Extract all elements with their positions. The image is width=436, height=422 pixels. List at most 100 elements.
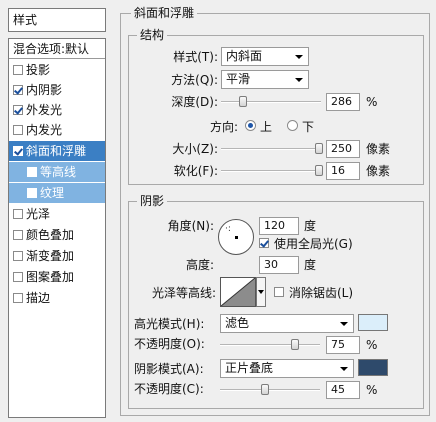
checkbox-inner-shadow[interactable] <box>13 85 23 95</box>
gloss-contour-preview[interactable] <box>220 277 256 307</box>
slider-thumb[interactable] <box>239 96 247 107</box>
style-item-label: 斜面和浮雕 <box>26 144 87 158</box>
size-input[interactable]: 250 <box>326 140 360 158</box>
soften-input[interactable]: 16 <box>326 162 360 180</box>
technique-select-value: 平滑 <box>226 72 251 86</box>
gloss-contour-label: 光泽等高线: <box>151 286 216 300</box>
style-item-satin[interactable]: 光泽 <box>9 204 105 224</box>
depth-slider[interactable] <box>221 96 321 107</box>
shadow-opacity-unit: % <box>366 383 378 397</box>
depth-label: 深度(D): <box>171 95 218 109</box>
style-select-value: 内斜面 <box>226 49 263 63</box>
slider-track <box>221 170 321 172</box>
checkbox-outer-glow[interactable] <box>13 105 23 115</box>
soften-label: 软化(F): <box>173 164 218 178</box>
slider-thumb[interactable] <box>315 165 323 176</box>
direction-up-radio[interactable] <box>245 120 256 131</box>
soften-slider[interactable] <box>221 165 323 176</box>
blend-options-item[interactable]: 混合选项:默认 <box>9 39 105 59</box>
checkbox-drop-shadow[interactable] <box>13 65 23 75</box>
style-item-label: 描边 <box>26 291 51 305</box>
style-item-label: 内阴影 <box>26 83 63 97</box>
shadow-opacity-label: 不透明度(C): <box>134 382 204 396</box>
contour-curve-icon <box>220 277 256 307</box>
shading-title: 阴影 <box>137 193 168 209</box>
checkbox-satin[interactable] <box>13 209 23 219</box>
direction-down-radio[interactable] <box>287 120 298 131</box>
soften-unit: 像素 <box>366 164 391 178</box>
global-light-label: 使用全局光(G) <box>274 237 353 251</box>
style-item-label: 外发光 <box>26 103 63 117</box>
slider-thumb[interactable] <box>291 339 299 350</box>
shadow-opacity-input[interactable]: 45 <box>326 381 360 399</box>
slider-track <box>220 389 320 391</box>
altitude-unit: 度 <box>304 258 317 272</box>
chevron-down-icon <box>295 55 303 59</box>
style-item-inner-shadow[interactable]: 内阴影 <box>9 80 105 100</box>
bevel-emboss-title: 斜面和浮雕 <box>131 5 198 21</box>
style-label: 样式(T): <box>173 50 218 64</box>
highlight-opacity-slider[interactable] <box>220 339 320 350</box>
style-item-stroke[interactable]: 描边 <box>9 288 105 308</box>
angle-input[interactable]: 120 <box>259 217 299 235</box>
style-item-texture[interactable]: 纹理 <box>9 183 105 203</box>
style-item-outer-glow[interactable]: 外发光 <box>9 100 105 120</box>
checkbox-stroke[interactable] <box>13 293 23 303</box>
style-item-contour[interactable]: 等高线 <box>9 162 105 182</box>
angle-dial[interactable]: ·: <box>218 219 254 255</box>
angle-unit: 度 <box>304 219 317 233</box>
checkbox-pattern-overlay[interactable] <box>13 272 23 282</box>
style-item-label: 图案叠加 <box>26 270 75 284</box>
style-item-pattern-overlay[interactable]: 图案叠加 <box>9 267 105 287</box>
style-select[interactable]: 内斜面 <box>221 47 309 66</box>
highlight-color-swatch[interactable] <box>358 314 388 331</box>
checkbox-color-overlay[interactable] <box>13 230 23 240</box>
slider-track <box>221 148 321 150</box>
checkbox-gradient-overlay[interactable] <box>13 251 23 261</box>
highlight-opacity-input[interactable]: 75 <box>326 336 360 354</box>
checkbox-bevel-emboss[interactable] <box>13 146 23 156</box>
style-item-label: 投影 <box>26 63 51 77</box>
technique-label: 方法(Q): <box>171 73 218 87</box>
altitude-label: 高度: <box>185 258 214 272</box>
dial-center-dot <box>235 236 238 239</box>
structure-title: 结构 <box>137 27 168 43</box>
highlight-mode-select[interactable]: 滤色 <box>220 314 354 333</box>
size-slider[interactable] <box>221 143 323 154</box>
styles-header[interactable]: 样式 <box>8 8 106 32</box>
antialias-label: 消除锯齿(L) <box>289 286 354 300</box>
highlight-mode-value: 滤色 <box>225 316 250 330</box>
style-item-label: 颜色叠加 <box>26 228 75 242</box>
depth-unit: % <box>366 95 378 109</box>
style-item-gradient-overlay[interactable]: 渐变叠加 <box>9 246 105 266</box>
style-item-color-overlay[interactable]: 颜色叠加 <box>9 225 105 245</box>
checkbox-inner-glow[interactable] <box>13 125 23 135</box>
gloss-contour-dropdown[interactable] <box>256 277 266 307</box>
slider-thumb[interactable] <box>315 143 323 154</box>
shadow-mode-label: 阴影模式(A): <box>134 362 204 376</box>
technique-select[interactable]: 平滑 <box>221 70 309 89</box>
checkbox-texture[interactable] <box>27 188 37 198</box>
shadow-color-swatch[interactable] <box>358 359 388 376</box>
style-item-label: 渐变叠加 <box>26 249 75 263</box>
depth-input[interactable]: 286 <box>326 93 360 111</box>
antialias-checkbox[interactable] <box>274 287 284 297</box>
style-item-label: 纹理 <box>40 186 65 200</box>
shadow-opacity-slider[interactable] <box>220 384 320 395</box>
global-light-checkbox[interactable] <box>259 238 269 248</box>
size-unit: 像素 <box>366 142 391 156</box>
checkbox-contour[interactable] <box>27 167 37 177</box>
slider-track <box>220 344 320 346</box>
chevron-down-icon <box>340 367 348 371</box>
style-item-inner-glow[interactable]: 内发光 <box>9 120 105 140</box>
style-item-bevel-emboss[interactable]: 斜面和浮雕 <box>9 141 105 161</box>
shadow-mode-select[interactable]: 正片叠底 <box>220 359 354 378</box>
highlight-opacity-unit: % <box>366 338 378 352</box>
style-item-drop-shadow[interactable]: 投影 <box>9 60 105 80</box>
layer-style-dialog: 样式 混合选项:默认 投影 内阴影 外发光 内发光 斜面和浮雕 等高线 纹理 光… <box>0 0 436 422</box>
highlight-opacity-label: 不透明度(O): <box>134 337 205 351</box>
styles-sidebar: 样式 混合选项:默认 投影 内阴影 外发光 内发光 斜面和浮雕 等高线 纹理 光… <box>8 8 106 418</box>
slider-thumb[interactable] <box>261 384 269 395</box>
styles-list: 混合选项:默认 投影 内阴影 外发光 内发光 斜面和浮雕 等高线 纹理 光泽 颜… <box>8 38 106 418</box>
altitude-input[interactable]: 30 <box>259 256 299 274</box>
